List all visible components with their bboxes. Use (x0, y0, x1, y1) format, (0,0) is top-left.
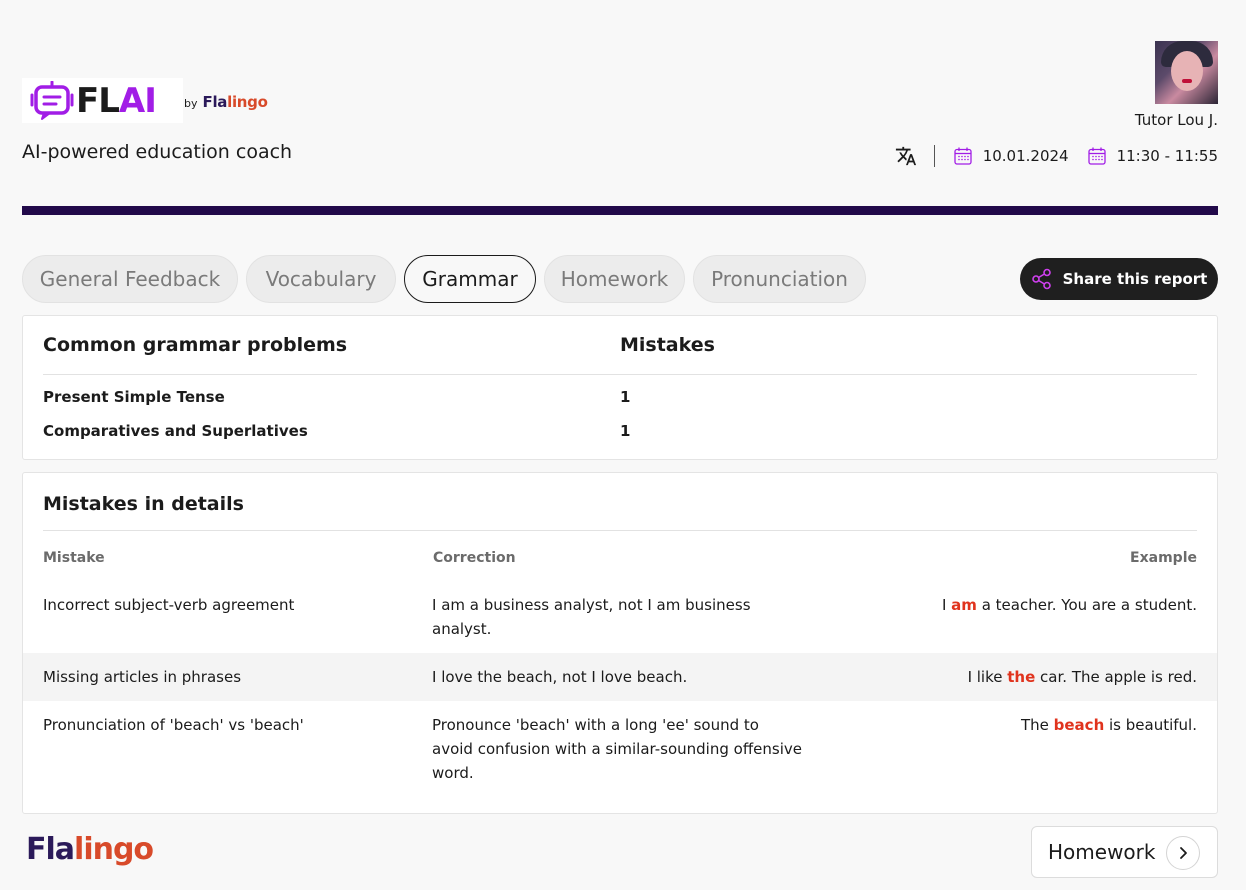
grammar-problems-card: Common grammar problems Mistakes Present… (22, 315, 1218, 460)
share-button-label: Share this report (1062, 270, 1208, 288)
details-title: Mistakes in details (43, 493, 244, 515)
header-divider (22, 206, 1218, 215)
title-separator (43, 530, 1197, 531)
next-homework-button[interactable]: Homework (1031, 826, 1218, 878)
mistake-cell: Pronunciation of 'beach' vs 'beach' (43, 716, 304, 734)
example-column-header: Example (1130, 550, 1197, 566)
mistake-cell: Incorrect subject-verb agreement (43, 596, 295, 614)
by-label: by (184, 97, 198, 110)
share-report-button[interactable]: Share this report (1020, 258, 1218, 300)
mistake-column-header: Mistake (43, 550, 105, 566)
highlighted-word: the (1007, 668, 1036, 686)
lesson-date: 10.01.2024 (982, 147, 1069, 165)
report-tabs: General Feedback Vocabulary Grammar Home… (22, 255, 866, 303)
page-subtitle: AI-powered education coach (22, 141, 293, 163)
by-flalingo: by Flalingo (184, 93, 268, 111)
next-button-label: Homework (1048, 840, 1156, 864)
table-row: Missing articles in phrases I love the b… (23, 653, 1217, 701)
correction-column-header: Correction (433, 550, 516, 566)
report-page: FLAI by Flalingo AI-powered education co… (0, 0, 1246, 890)
table-row: Pronunciation of 'beach' vs 'beach' Pron… (23, 701, 1217, 797)
calendar-icon (1087, 147, 1106, 165)
translate-icon[interactable] (895, 145, 917, 167)
example-cell: I am a teacher. You are a student. (941, 596, 1197, 614)
highlighted-word: beach (1053, 716, 1105, 734)
example-cell: The beach is beautiful. (1020, 716, 1197, 734)
logo-wordmark: FLAI (76, 80, 157, 121)
tutor-name: Tutor Lou J. (1134, 111, 1218, 129)
flai-logo: FLAI (22, 78, 183, 123)
tab-vocabulary[interactable]: Vocabulary (246, 255, 396, 303)
mistake-cell: Missing articles in phrases (43, 668, 242, 686)
flalingo-small-logo: Flalingo (202, 93, 268, 111)
tab-pronunciation[interactable]: Pronunciation (693, 255, 866, 303)
tab-grammar[interactable]: Grammar (404, 255, 536, 303)
example-cell: I like the car. The apple is red. (967, 668, 1197, 686)
tab-general-feedback[interactable]: General Feedback (22, 255, 238, 303)
mistake-count: 1 (620, 388, 631, 406)
correction-cell: I am a business analyst, not I am busine… (432, 596, 751, 638)
header-separator (43, 374, 1197, 375)
tutor-avatar (1155, 41, 1218, 104)
tab-homework[interactable]: Homework (544, 255, 685, 303)
calendar-icon (954, 147, 972, 165)
problem-name: Comparatives and Superlatives (43, 422, 308, 440)
problems-column-header: Common grammar problems (43, 334, 348, 356)
table-row: Comparatives and Superlatives 1 (43, 422, 1197, 440)
table-row: Present Simple Tense 1 (43, 388, 1197, 406)
chat-bubble-icon (30, 80, 74, 120)
correction-cell: Pronounce 'beach' with a long 'ee' sound… (432, 716, 802, 782)
mistakes-details-card: Mistakes in details Mistake Correction E… (22, 472, 1218, 814)
mistake-count: 1 (620, 422, 631, 440)
lesson-meta: 10.01.2024 11:30 - 11:55 (895, 145, 1218, 167)
mistakes-column-header: Mistakes (620, 334, 715, 356)
table-row: Incorrect subject-verb agreement I am a … (23, 581, 1217, 653)
problem-name: Present Simple Tense (43, 388, 225, 406)
meta-divider (933, 145, 935, 167)
flalingo-footer-logo: Flalingo (26, 832, 154, 867)
chevron-right-icon (1166, 836, 1200, 870)
correction-cell: I love the beach, not I love beach. (432, 668, 688, 686)
highlighted-word: am (951, 596, 977, 614)
lesson-time: 11:30 - 11:55 (1116, 147, 1218, 165)
share-icon (1031, 268, 1051, 290)
